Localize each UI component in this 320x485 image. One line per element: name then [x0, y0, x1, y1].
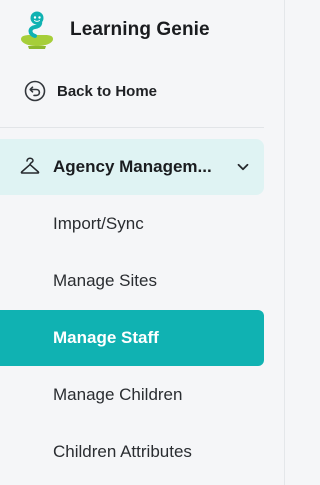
sidebar: Learning Genie Back to Home Agency Manag… — [0, 0, 285, 485]
learning-genie-logo-icon — [21, 11, 53, 49]
back-to-home-label: Back to Home — [57, 82, 158, 100]
nav-item-manage-sites[interactable]: Manage Sites — [0, 253, 264, 309]
back-arrow-circle-icon — [24, 80, 46, 102]
nav-item-manage-children[interactable]: Manage Children — [0, 367, 264, 423]
brand-name: Learning Genie — [70, 19, 210, 40]
nav-item-import-sync[interactable]: Import/Sync — [0, 196, 264, 252]
nav-item-children-attributes[interactable]: Children Attributes — [0, 424, 264, 480]
brand[interactable]: Learning Genie — [18, 10, 210, 50]
divider — [0, 127, 264, 128]
back-to-home-link[interactable]: Back to Home — [24, 79, 157, 103]
nav-group-label: Agency Managem... — [53, 157, 212, 176]
nav-item-manage-staff[interactable]: Manage Staff — [0, 310, 264, 366]
nav-group-agency-management[interactable]: Agency Managem... — [0, 139, 264, 195]
chevron-down-icon[interactable] — [234, 158, 252, 176]
hanger-icon — [20, 157, 40, 174]
